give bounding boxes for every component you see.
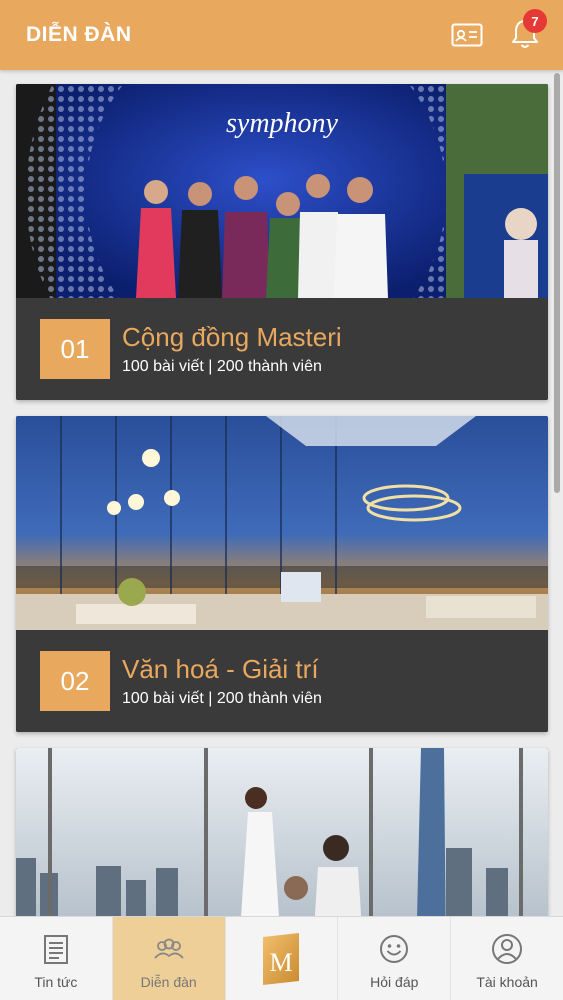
forum-image-event: symphony	[16, 84, 548, 298]
forum-card[interactable]: symphony 01 Cộng đồng Masteri 100 bài vi…	[16, 84, 548, 400]
nav-qa[interactable]: Hỏi đáp	[338, 917, 452, 1000]
forum-card[interactable]	[16, 748, 548, 916]
nav-label: Tài khoản	[476, 974, 538, 990]
nav-label: Hỏi đáp	[370, 974, 419, 990]
forum-card-footer: 02 Văn hoá - Giải trí 100 bài viết | 200…	[16, 630, 548, 732]
nav-home-logo[interactable]: M	[226, 917, 339, 1000]
forum-title[interactable]: Cộng đồng Masteri	[122, 322, 342, 352]
smiley-icon	[380, 935, 409, 963]
svg-text:symphony: symphony	[226, 108, 339, 139]
bottom-navigation: Tin tức Diễn đàn M Hỏi đáp Tài khoản	[0, 916, 563, 1000]
id-card-icon[interactable]	[451, 23, 483, 47]
masteri-logo-icon: M	[263, 932, 300, 985]
forum-stats: 100 bài viết | 200 thành viên	[122, 690, 322, 707]
forum-number: 02	[40, 651, 110, 711]
forum-stats: 100 bài viết | 200 thành viên	[122, 358, 322, 375]
nav-account[interactable]: Tài khoản	[451, 917, 563, 1000]
scrollbar[interactable]	[554, 73, 560, 493]
news-icon	[43, 935, 68, 964]
notification-button[interactable]: 7	[509, 9, 547, 53]
forum-image-living-room	[16, 416, 548, 630]
header-actions: 7	[451, 9, 547, 53]
forum-icon	[154, 938, 184, 959]
svg-text:M: M	[270, 948, 293, 977]
account-icon	[492, 934, 523, 964]
forum-title[interactable]: Văn hoá - Giải trí	[122, 654, 322, 684]
forum-list[interactable]: symphony 01 Cộng đồng Masteri 100 bài vi…	[0, 70, 563, 916]
page-title: DIỄN ĐÀN	[26, 23, 132, 46]
forum-number: 01	[40, 319, 110, 379]
nav-forum[interactable]: Diễn đàn	[112, 917, 226, 1000]
forum-card-footer: 01 Cộng đồng Masteri 100 bài viết | 200 …	[16, 298, 548, 400]
app-header: DIỄN ĐÀN 7	[0, 0, 563, 70]
forum-image-family	[16, 748, 548, 916]
nav-news[interactable]: Tin tức	[0, 917, 113, 1000]
forum-card[interactable]: 02 Văn hoá - Giải trí 100 bài viết | 200…	[16, 416, 548, 732]
notification-badge: 7	[523, 9, 547, 33]
nav-label: Tin tức	[34, 974, 78, 990]
nav-label: Diễn đàn	[140, 974, 197, 990]
